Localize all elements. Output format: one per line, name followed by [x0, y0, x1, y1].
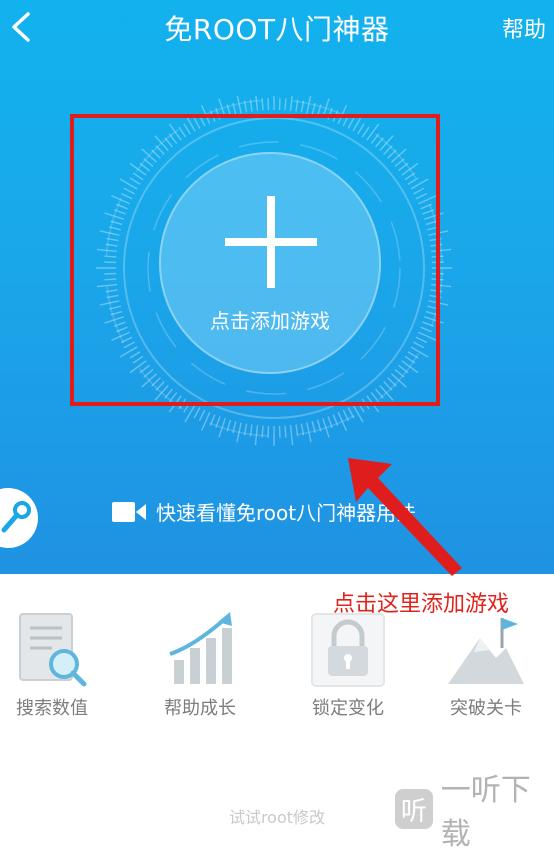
dial-tick [194, 408, 200, 419]
main-panel: 免ROOT八门神器 帮助 点击添加游戏 快速看懂免root八门神器用法 [0, 0, 554, 574]
watermark-logo-icon: 听 [395, 789, 433, 829]
video-camera-icon [112, 501, 146, 523]
highlight-box [70, 114, 440, 406]
feature-search-values[interactable]: 搜索数值 [0, 600, 112, 720]
feature-break-level[interactable]: 突破关卡 [426, 600, 546, 720]
feature-label: 搜索数值 [0, 694, 112, 720]
dial-tick [255, 96, 257, 111]
feature-label: 帮助成长 [140, 694, 260, 720]
feature-row: 搜索数值 帮助成长 锁定变化 突破关卡 [0, 600, 554, 720]
mountain-flag-icon [446, 608, 526, 690]
dial-tick [285, 98, 286, 110]
header-bar: 免ROOT八门神器 帮助 [0, 0, 554, 60]
annotation-arrow-icon [330, 450, 470, 580]
page-title: 免ROOT八门神器 [0, 8, 554, 48]
dial-tick [291, 96, 293, 111]
feature-label: 突破关卡 [426, 694, 546, 720]
dial-tick [285, 426, 286, 438]
wrench-icon [0, 500, 34, 534]
dial-tick [296, 424, 298, 436]
help-button[interactable]: 帮助 [502, 12, 546, 44]
growth-chart-icon [160, 608, 240, 690]
dial-tick [291, 425, 293, 445]
watermark: 听 一听下载 [395, 788, 554, 830]
floating-tool-button[interactable] [0, 488, 38, 548]
watermark-text: 一听下载 [441, 765, 554, 853]
search-document-icon [12, 608, 92, 690]
feature-lock-change[interactable]: 锁定变化 [288, 600, 408, 720]
lock-icon [308, 608, 388, 690]
dial-tick [199, 410, 204, 421]
feature-help-growth[interactable]: 帮助成长 [140, 600, 260, 720]
feature-label: 锁定变化 [288, 694, 408, 720]
